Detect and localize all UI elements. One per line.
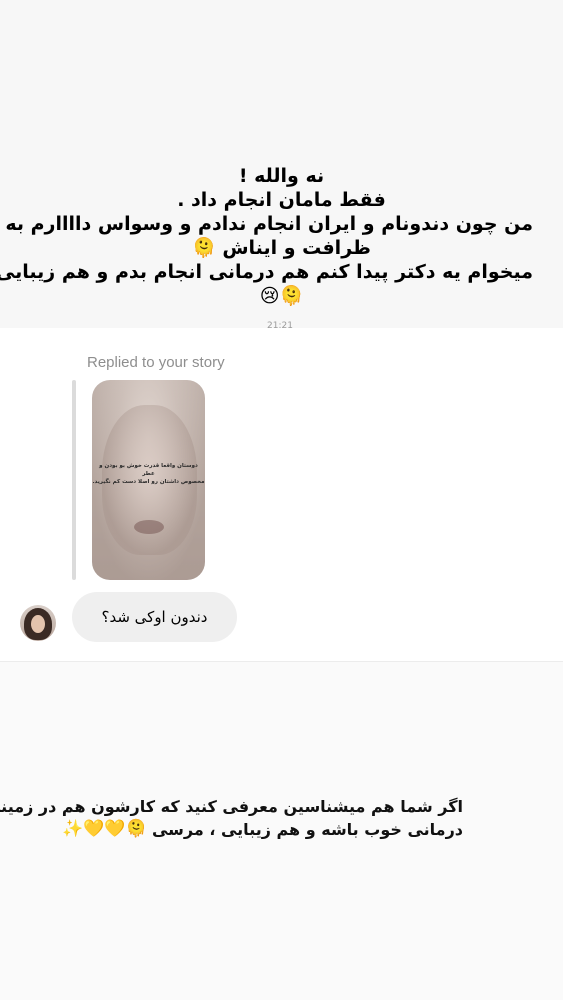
caption-line: 🫠😢	[259, 285, 304, 307]
reply-indicator-line	[72, 380, 76, 580]
caption-line: فقط مامان انجام داد .	[177, 189, 386, 211]
story-overlay-text: دوستان واقعا قدرت خوش بو بودن و عطر مخصو…	[92, 462, 205, 486]
top-caption-panel: نه والله ! فقط مامان انجام داد . من چون …	[0, 0, 563, 328]
message-bubble[interactable]: دندون اوکی شد؟	[72, 592, 237, 642]
dm-conversation: 21:21 Replied to your story دوستان واقعا…	[0, 321, 563, 661]
story-thumbnail[interactable]: دوستان واقعا قدرت خوش بو بودن و عطر مخصو…	[92, 380, 205, 580]
story-overlay-line: مخصوص داشتان رو اصلا دست کم نگیرید.	[92, 479, 205, 485]
story-overlay-line: دوستان واقعا قدرت خوش بو بودن و عطر	[99, 463, 198, 477]
sender-avatar[interactable]	[20, 605, 56, 641]
replied-to-story-label: Replied to your story	[87, 354, 225, 371]
avatar-face	[31, 615, 45, 633]
caption-line: نه والله !	[238, 165, 325, 187]
emoji-hearts-sparkles: ✨💛💛🫠	[62, 819, 147, 839]
caption-text: نه والله ! فقط مامان انجام داد . من چون …	[0, 164, 533, 308]
bottom-caption-line: اگر شما هم میشناسین معرفی کنید که کارشون…	[0, 797, 463, 816]
caption-line: میخوام یه دکتر پیدا کنم هم درمانی انجام …	[0, 261, 533, 283]
story-image-detail	[134, 520, 164, 534]
caption-line: ظرافت و ایناش 🫠	[192, 237, 371, 259]
bottom-caption-panel: اگر شما هم میشناسین معرفی کنید که کارشون…	[0, 662, 563, 1000]
message-timestamp: 21:21	[267, 321, 293, 331]
caption-line: من چون دندونام و ایران انجام ندادم و وسو…	[5, 213, 533, 235]
